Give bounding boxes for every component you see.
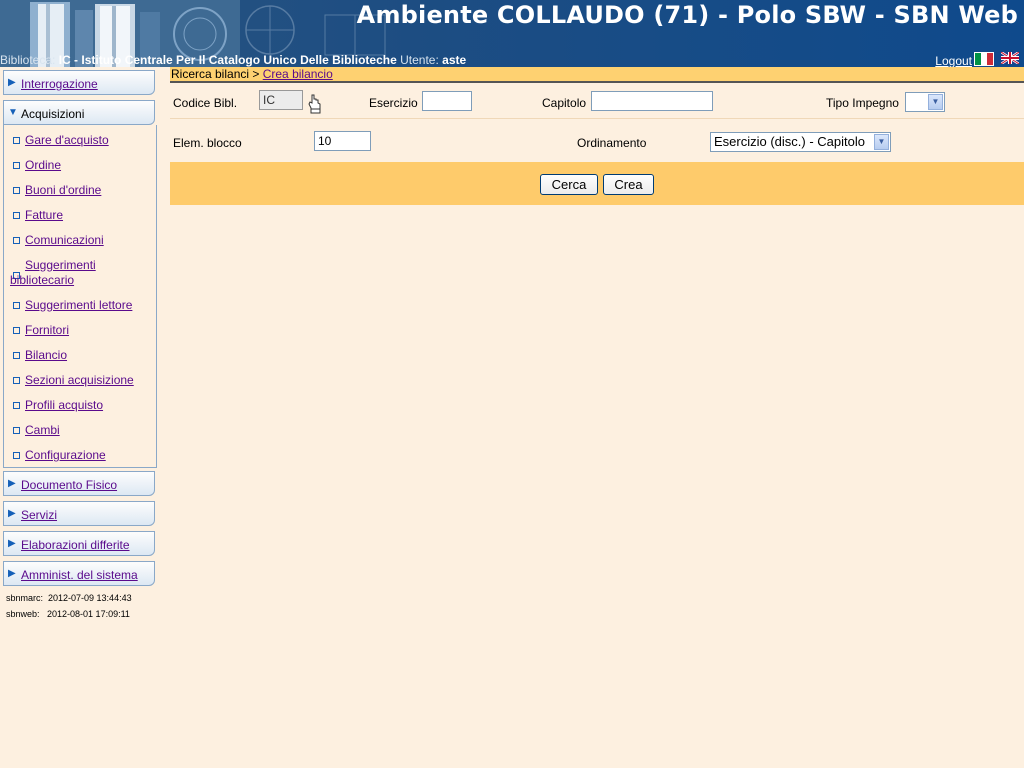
tipo-impegno-select[interactable]: ▼ bbox=[905, 92, 945, 112]
elem-blocco-input[interactable]: 10 bbox=[314, 131, 371, 151]
capitolo-label: Capitolo bbox=[542, 96, 587, 110]
bullet-square-icon bbox=[13, 427, 20, 434]
bullet-square-icon bbox=[13, 452, 20, 459]
esercizio-input[interactable] bbox=[422, 91, 472, 111]
menu-interrogazione[interactable]: ▶ Interrogazione bbox=[3, 70, 155, 95]
breadcrumb-separator: > bbox=[249, 67, 263, 81]
expand-arrow-icon: ▶ bbox=[8, 478, 16, 489]
expand-arrow-icon: ▶ bbox=[8, 538, 16, 549]
submenu-link-profili[interactable]: Profili acquisto bbox=[25, 398, 103, 412]
elem-blocco-label: Elem. blocco bbox=[173, 136, 242, 150]
utente-label: Utente: bbox=[400, 53, 439, 67]
biblioteca-value: IC - Istituto Centrale Per Il Catalogo U… bbox=[58, 53, 397, 67]
sbnmarc-timestamp: sbnmarc: 2012-07-09 13:44:43 bbox=[6, 593, 132, 603]
submenu-link-comunicazioni[interactable]: Comunicazioni bbox=[25, 233, 104, 247]
breadcrumb-current-link[interactable]: Crea bilancio bbox=[263, 67, 333, 81]
submenu-link-sezioni[interactable]: Sezioni acquisizione bbox=[25, 373, 134, 387]
menu-elaborazioni[interactable]: ▶ Elaborazioni differite bbox=[3, 531, 155, 556]
submenu-item-suggerimenti-bibliotecario[interactable]: Suggerimenti bibliotecario bbox=[10, 258, 155, 288]
menu-elaborazioni-link[interactable]: Elaborazioni differite bbox=[21, 538, 130, 552]
bullet-square-icon bbox=[13, 137, 20, 144]
submenu-link-cambi[interactable]: Cambi bbox=[25, 423, 60, 437]
menu-servizi[interactable]: ▶ Servizi bbox=[3, 501, 155, 526]
ordinamento-value: Esercizio (disc.) - Capitolo bbox=[714, 134, 865, 149]
capitolo-input[interactable] bbox=[591, 91, 713, 111]
bullet-square-icon bbox=[13, 187, 20, 194]
menu-servizi-link[interactable]: Servizi bbox=[21, 508, 57, 522]
tipo-impegno-label: Tipo Impegno bbox=[826, 96, 899, 110]
bullet-square-icon bbox=[13, 302, 20, 309]
session-info: Biblioteca: IC - Istituto Centrale Per I… bbox=[0, 53, 1024, 67]
crea-button[interactable]: Crea bbox=[603, 174, 654, 195]
submenu-link-fatture[interactable]: Fatture bbox=[25, 208, 63, 222]
breadcrumb-parent: Ricerca bilanci bbox=[171, 67, 250, 81]
row-divider bbox=[170, 118, 1024, 119]
menu-amministrazione[interactable]: ▶ Amminist. del sistema bbox=[3, 561, 155, 586]
menu-documento-fisico[interactable]: ▶ Documento Fisico bbox=[3, 471, 155, 496]
expand-arrow-icon: ▶ bbox=[8, 77, 16, 88]
ordinamento-label: Ordinamento bbox=[577, 136, 647, 150]
logout-link[interactable]: Logout bbox=[935, 54, 972, 67]
ordinamento-select[interactable]: Esercizio (disc.) - Capitolo ▼ bbox=[710, 132, 891, 152]
bullet-square-icon bbox=[13, 327, 20, 334]
biblioteca-label: Biblioteca: bbox=[0, 53, 56, 67]
uk-flag-icon[interactable] bbox=[1001, 52, 1019, 64]
app-title: Ambiente COLLAUDO (71) - Polo SBW - SBN … bbox=[356, 1, 1018, 29]
bullet-square-icon bbox=[13, 402, 20, 409]
sbnweb-timestamp: sbnweb: 2012-08-01 17:09:11 bbox=[6, 609, 130, 619]
expand-arrow-icon: ▶ bbox=[8, 568, 16, 579]
menu-documento-fisico-link[interactable]: Documento Fisico bbox=[21, 478, 117, 492]
submenu-link-ordine[interactable]: Ordine bbox=[25, 158, 61, 172]
italian-flag-icon[interactable] bbox=[974, 52, 994, 66]
breadcrumb: Ricerca bilanci > Crea bilancio bbox=[170, 67, 1024, 83]
submenu-link-bilancio[interactable]: Bilancio bbox=[25, 348, 67, 362]
submenu-link-configurazione[interactable]: Configurazione bbox=[25, 448, 106, 462]
submenu-link-fornitori[interactable]: Fornitori bbox=[25, 323, 69, 337]
acquisizioni-submenu bbox=[3, 125, 157, 468]
cerca-button[interactable]: Cerca bbox=[540, 174, 598, 195]
submenu-link-suggerimenti-lettore[interactable]: Suggerimenti lettore bbox=[25, 298, 132, 312]
esercizio-label: Esercizio bbox=[369, 96, 418, 110]
bullet-square-icon bbox=[13, 352, 20, 359]
menu-acquisizioni-label: Acquisizioni bbox=[21, 107, 85, 121]
expand-arrow-icon: ▶ bbox=[8, 508, 16, 519]
codice-bibl-field: IC bbox=[259, 90, 303, 110]
bullet-square-icon bbox=[13, 212, 20, 219]
dropdown-arrow-icon[interactable]: ▼ bbox=[874, 134, 889, 150]
sidebar: ▶ Interrogazione ▼ Acquisizioni Gare d'a… bbox=[0, 67, 160, 768]
submenu-link-suggerimenti[interactable]: Suggerimenti bbox=[25, 258, 96, 272]
bullet-square-icon bbox=[13, 162, 20, 169]
button-bar: Cerca Crea bbox=[170, 162, 1024, 205]
submenu-link-buoni[interactable]: Buoni d'ordine bbox=[25, 183, 101, 197]
submenu-link-bibliotecario[interactable]: bibliotecario bbox=[10, 273, 74, 287]
menu-interrogazione-link[interactable]: Interrogazione bbox=[21, 77, 98, 91]
lookup-hand-icon[interactable] bbox=[307, 93, 323, 115]
menu-amministrazione-link[interactable]: Amminist. del sistema bbox=[21, 568, 138, 582]
codice-bibl-label: Codice Bibl. bbox=[173, 96, 238, 110]
collapse-arrow-icon: ▼ bbox=[8, 107, 18, 118]
utente-value: aste bbox=[442, 53, 467, 67]
menu-acquisizioni[interactable]: ▼ Acquisizioni bbox=[3, 100, 155, 125]
bullet-square-icon bbox=[13, 377, 20, 384]
app-header: Ambiente COLLAUDO (71) - Polo SBW - SBN … bbox=[0, 0, 1024, 67]
bullet-square-icon bbox=[13, 237, 20, 244]
submenu-link-gare[interactable]: Gare d'acquisto bbox=[25, 133, 109, 147]
dropdown-arrow-icon[interactable]: ▼ bbox=[928, 94, 943, 110]
